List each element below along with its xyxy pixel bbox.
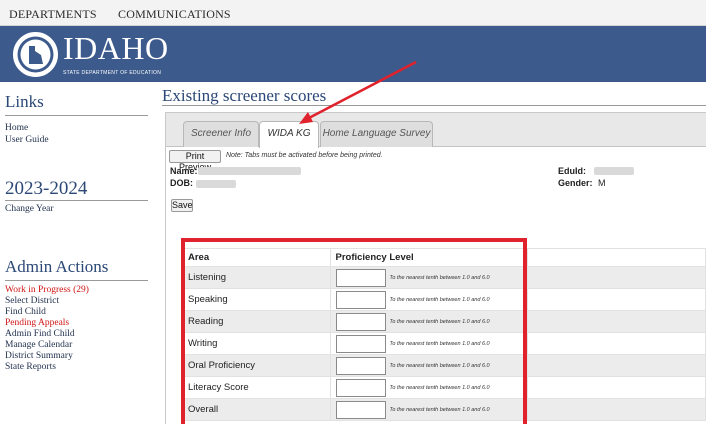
print-preview-button[interactable]: Print Preview (169, 150, 221, 172)
row-label-reading: Reading (183, 310, 331, 333)
top-nav: DEPARTMENTS COMMUNICATIONS (0, 0, 706, 26)
links-divider (5, 115, 148, 116)
score-table: Area Proficiency Level Listening To the … (183, 248, 706, 421)
nav-communications[interactable]: COMMUNICATIONS (118, 7, 231, 22)
table-cell-spacer (527, 310, 706, 333)
school-year: 2023-2024 (5, 178, 88, 199)
sidebar-item-find-child[interactable]: Find Child (5, 307, 46, 317)
eduid-value-redacted (594, 167, 634, 175)
table-header-row: Area Proficiency Level (183, 248, 706, 267)
table-row: Reading To the nearest tenth between 1.0… (183, 310, 706, 333)
sidebar-item-manage-calendar[interactable]: Manage Calendar (5, 340, 72, 350)
row-label-listening: Listening (183, 266, 331, 289)
score-hint: To the nearest tenth between 1.0 and 6.0 (389, 274, 490, 281)
score-hint: To the nearest tenth between 1.0 and 6.0 (389, 340, 490, 347)
proficiency-cell: To the nearest tenth between 1.0 and 6.0 (330, 332, 528, 355)
table-row: Overall To the nearest tenth between 1.0… (183, 398, 706, 421)
gender-label: Gender: (558, 178, 593, 188)
score-hint: To the nearest tenth between 1.0 and 6.0 (389, 362, 490, 369)
gender-value: M (598, 178, 606, 188)
table-cell-spacer (527, 398, 706, 421)
sidebar-link-user-guide[interactable]: User Guide (5, 135, 49, 145)
table-cell-spacer (527, 288, 706, 311)
row-label-overall: Overall (183, 398, 331, 421)
name-value-redacted (198, 167, 301, 175)
table-cell-spacer (527, 332, 706, 355)
dob-value-redacted (196, 180, 236, 188)
reading-score-input[interactable] (335, 312, 386, 331)
sidebar-item-work-in-progress[interactable]: Work in Progress (29) (5, 285, 89, 295)
dob-label: DOB: (170, 178, 193, 188)
year-divider (5, 200, 148, 201)
admin-divider (5, 280, 148, 281)
proficiency-cell: To the nearest tenth between 1.0 and 6.0 (330, 266, 528, 289)
eduid-label: EduId: (558, 166, 586, 176)
name-label: Name: (170, 166, 198, 176)
writing-score-input[interactable] (335, 334, 386, 353)
table-row: Writing To the nearest tenth between 1.0… (183, 332, 706, 355)
sidebar-item-admin-find-child[interactable]: Admin Find Child (5, 329, 75, 339)
table-row: Oral Proficiency To the nearest tenth be… (183, 354, 706, 377)
literacy-score-input[interactable] (335, 378, 386, 397)
row-label-speaking: Speaking (183, 288, 331, 311)
tab-home-language-survey[interactable]: Home Language Survey (320, 121, 433, 147)
speaking-score-input[interactable] (335, 290, 386, 309)
tab-screener-info[interactable]: Screener Info (183, 121, 259, 147)
table-row: Listening To the nearest tenth between 1… (183, 266, 706, 289)
score-hint: To the nearest tenth between 1.0 and 6.0 (389, 384, 490, 391)
nav-departments[interactable]: DEPARTMENTS (9, 7, 97, 22)
print-note: Note: Tabs must be activated before bein… (226, 152, 383, 159)
row-label-literacy-score: Literacy Score (183, 376, 331, 399)
sidebar-item-pending-appeals[interactable]: Pending Appeals (5, 318, 69, 328)
table-cell-spacer (527, 354, 706, 377)
logo-subtitle: STATE DEPARTMENT OF EDUCATION (63, 70, 162, 76)
overall-score-input[interactable] (335, 400, 386, 419)
proficiency-cell: To the nearest tenth between 1.0 and 6.0 (330, 376, 528, 399)
sidebar-item-district-summary[interactable]: District Summary (5, 351, 73, 361)
header-spacer (527, 248, 706, 267)
row-label-oral-proficiency: Oral Proficiency (183, 354, 331, 377)
score-hint: To the nearest tenth between 1.0 and 6.0 (389, 318, 490, 325)
sidebar-item-select-district[interactable]: Select District (5, 296, 59, 306)
header-proficiency-level: Proficiency Level (330, 248, 528, 267)
header-banner: IDAHO STATE DEPARTMENT OF EDUCATION (0, 26, 706, 82)
header-area: Area (183, 248, 331, 267)
row-label-writing: Writing (183, 332, 331, 355)
table-cell-spacer (527, 266, 706, 289)
idaho-seal-icon[interactable] (13, 32, 58, 77)
tab-wida-kg[interactable]: WIDA KG (259, 121, 319, 148)
sidebar-link-home[interactable]: Home (5, 123, 28, 133)
table-row: Speaking To the nearest tenth between 1.… (183, 288, 706, 311)
table-cell-spacer (527, 376, 706, 399)
sidebar-item-state-reports[interactable]: State Reports (5, 362, 56, 372)
listening-score-input[interactable] (335, 268, 386, 287)
change-year-link[interactable]: Change Year (5, 204, 54, 214)
save-button[interactable]: Save (171, 199, 193, 212)
score-hint: To the nearest tenth between 1.0 and 6.0 (389, 406, 490, 413)
table-row: Literacy Score To the nearest tenth betw… (183, 376, 706, 399)
proficiency-cell: To the nearest tenth between 1.0 and 6.0 (330, 288, 528, 311)
score-hint: To the nearest tenth between 1.0 and 6.0 (389, 296, 490, 303)
oral-proficiency-score-input[interactable] (335, 356, 386, 375)
proficiency-cell: To the nearest tenth between 1.0 and 6.0 (330, 354, 528, 377)
proficiency-cell: To the nearest tenth between 1.0 and 6.0 (330, 310, 528, 333)
title-divider (162, 105, 706, 106)
proficiency-cell: To the nearest tenth between 1.0 and 6.0 (330, 398, 528, 421)
links-heading: Links (5, 92, 44, 111)
idaho-logo-text[interactable]: IDAHO (63, 30, 169, 67)
admin-actions-heading: Admin Actions (5, 257, 109, 276)
page-title: Existing screener scores (162, 86, 327, 105)
